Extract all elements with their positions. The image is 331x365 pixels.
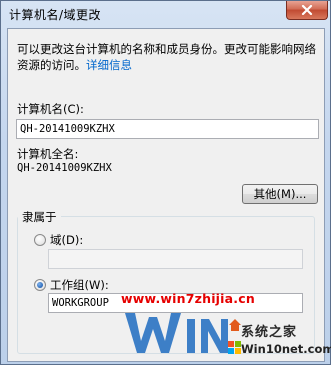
computer-name-input[interactable]: QH-20141009KZHX <box>16 119 319 139</box>
brand-site: Win10net.com <box>241 342 331 356</box>
more-button[interactable]: 其他(M)... <box>242 184 318 204</box>
close-button[interactable] <box>286 1 328 20</box>
close-icon <box>301 5 313 15</box>
member-of-label: 隶属于 <box>18 209 61 225</box>
full-name-value: QH-20141009KZHX <box>17 162 112 174</box>
brand-name: 系统之家 <box>241 325 298 340</box>
full-name-label: 计算机全名: <box>17 147 79 161</box>
window-title: 计算机名/域更改 <box>9 8 102 22</box>
domain-label: 域(D): <box>50 233 84 247</box>
title-bar[interactable]: 计算机名/域更改 <box>1 1 331 27</box>
watermark-url: www.win7zhijia.cn <box>121 291 255 306</box>
computer-name-label: 计算机名(C): <box>17 102 84 116</box>
windows-logo-watermark <box>125 313 228 353</box>
details-link[interactable]: 详细信息 <box>86 58 132 72</box>
house-icon <box>229 319 241 331</box>
windows-flag-icon <box>228 341 241 354</box>
domain-input[interactable] <box>48 249 303 269</box>
domain-radio[interactable] <box>34 234 46 246</box>
workgroup-label: 工作组(W): <box>50 278 109 292</box>
workgroup-radio[interactable] <box>34 279 46 291</box>
description: 可以更改这台计算机的名称和成员身份。更改可能影响网络资源的访问。 <box>17 42 316 72</box>
dialog-window: 计算机名/域更改 可以更改这台计算机的名称和成员身份。更改可能影响网络资源的访问… <box>0 0 331 365</box>
description-text: 可以更改这台计算机的名称和成员身份。更改可能影响网络资源的访问。详细信息 <box>17 41 322 73</box>
